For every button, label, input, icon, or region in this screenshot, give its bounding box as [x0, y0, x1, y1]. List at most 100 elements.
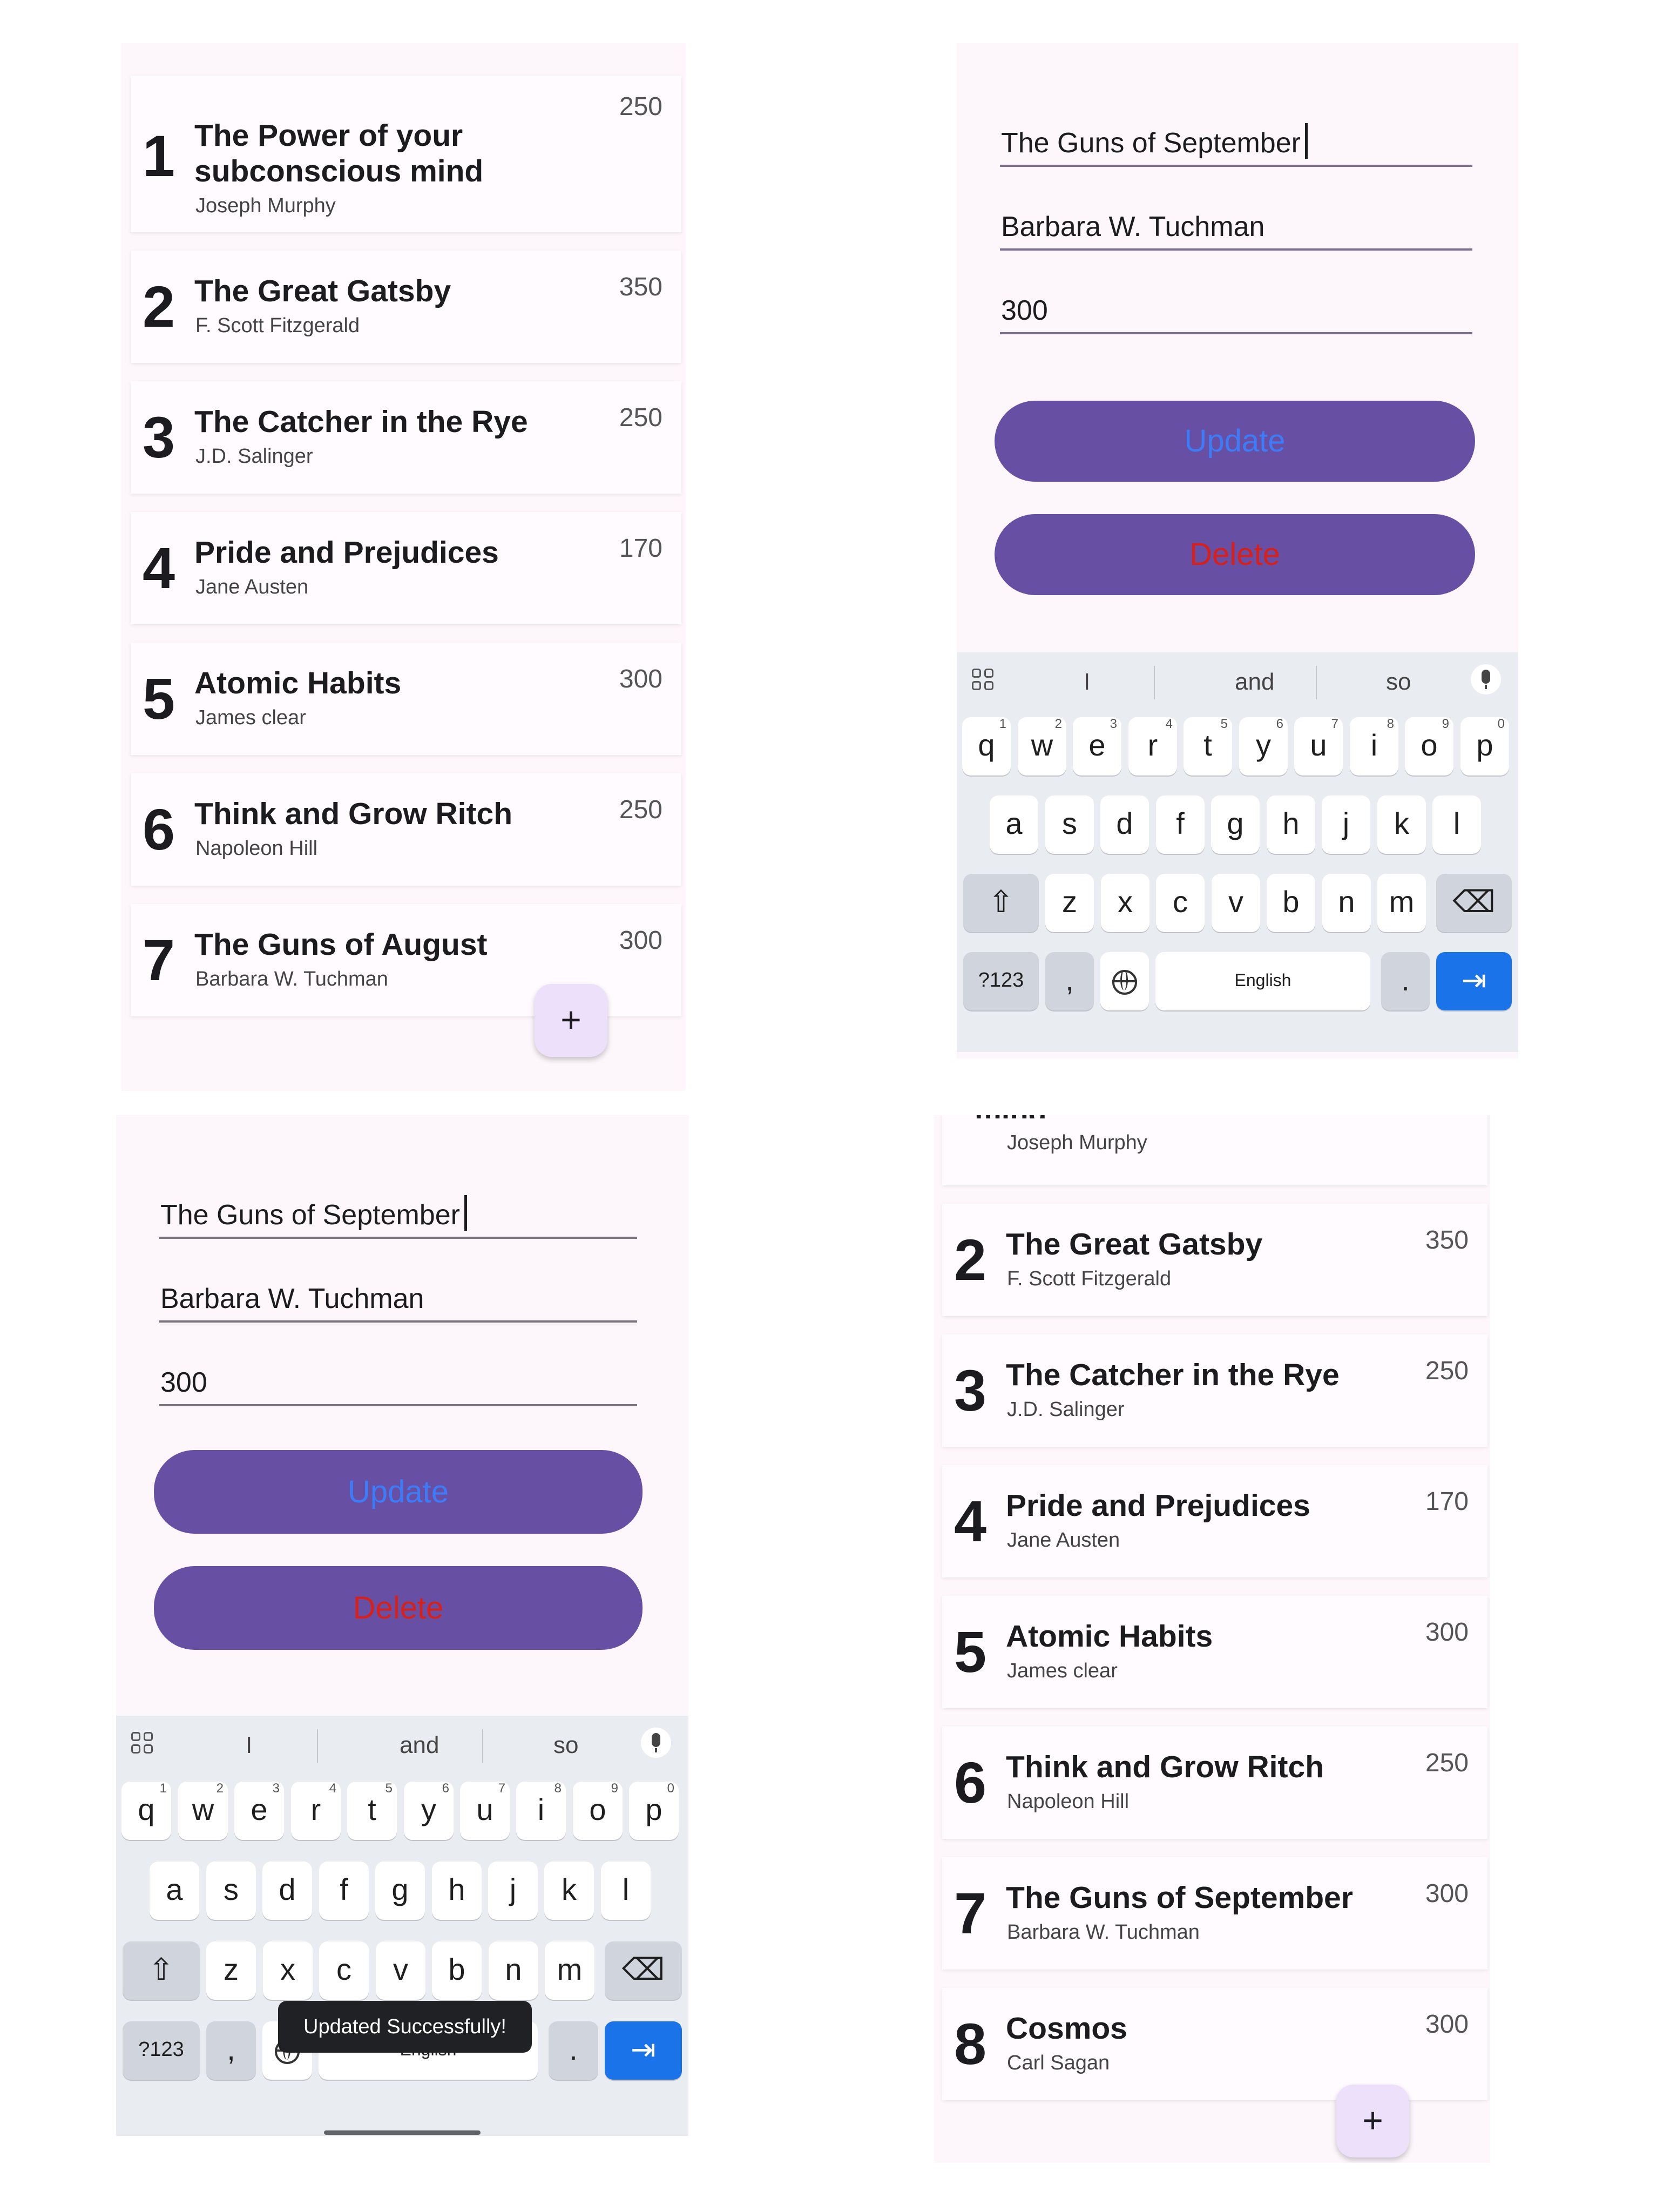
book-card[interactable]: 2 The Great Gatsby F. Scott Fitzgerald 350 [942, 1204, 1487, 1316]
key-u[interactable]: u7 [1294, 717, 1343, 775]
key-v[interactable]: v [376, 1941, 425, 2000]
key-n[interactable]: n [489, 1941, 538, 2000]
delete-button[interactable]: Delete [995, 514, 1475, 595]
author-field[interactable]: Barbara W. Tuchman [1000, 192, 1472, 251]
enter-key[interactable]: ⇥ [605, 2021, 682, 2080]
key-h[interactable]: h [432, 1862, 482, 1920]
key-t[interactable]: t5 [347, 1781, 397, 1840]
shift-key[interactable]: ⇧ [123, 1941, 200, 2000]
update-button[interactable]: Update [995, 401, 1475, 482]
key-z[interactable]: z [1045, 874, 1094, 932]
suggestion-word[interactable]: and [400, 1732, 439, 1759]
key-o[interactable]: o9 [1405, 717, 1453, 775]
key-h[interactable]: h [1267, 795, 1315, 854]
key-p[interactable]: p0 [629, 1781, 679, 1840]
language-key[interactable] [1100, 952, 1149, 1010]
key-i[interactable]: i8 [516, 1781, 566, 1840]
key-k[interactable]: k [1377, 795, 1426, 854]
key-m[interactable]: m [1377, 874, 1426, 932]
delete-button[interactable]: Delete [154, 1566, 643, 1650]
microphone-icon[interactable] [1471, 664, 1501, 694]
book-card[interactable]: 6 Think and Grow Ritch Napoleon Hill 250 [131, 773, 681, 886]
microphone-icon[interactable] [641, 1728, 671, 1758]
title-field[interactable]: The Guns of September [1000, 108, 1472, 167]
period-key[interactable]: . [1381, 952, 1430, 1010]
book-card[interactable]: 8 Cosmos Carl Sagan 300 [942, 1988, 1487, 2100]
key-g[interactable]: g [1211, 795, 1260, 854]
key-f[interactable]: f [1156, 795, 1205, 854]
book-card[interactable]: mind Joseph Murphy [942, 1115, 1487, 1185]
key-j[interactable]: j [1322, 795, 1370, 854]
key-r[interactable]: r4 [291, 1781, 341, 1840]
key-d[interactable]: d [262, 1862, 312, 1920]
book-card[interactable]: 5 Atomic Habits James clear 300 [942, 1596, 1487, 1708]
key-q[interactable]: q1 [962, 717, 1011, 775]
author-field[interactable]: Barbara W. Tuchman [159, 1264, 637, 1323]
key-y[interactable]: y6 [1239, 717, 1288, 775]
book-card[interactable]: 5 Atomic Habits James clear 300 [131, 643, 681, 755]
key-x[interactable]: x [1101, 874, 1149, 932]
key-x[interactable]: x [263, 1941, 313, 2000]
book-card[interactable]: 4 Pride and Prejudices Jane Austen 170 [131, 512, 681, 624]
key-t[interactable]: t5 [1184, 717, 1232, 775]
key-w[interactable]: w2 [1018, 717, 1066, 775]
key-s[interactable]: s [1045, 795, 1094, 854]
key-i[interactable]: i8 [1350, 717, 1398, 775]
key-a[interactable]: a [150, 1862, 199, 1920]
book-card[interactable]: 7 The Guns of September Barbara W. Tuchman… [942, 1857, 1487, 1970]
suggestion-word[interactable]: and [1235, 669, 1274, 696]
book-card[interactable]: 3 The Catcher in the Rye J.D. Salinger 250 [942, 1334, 1487, 1447]
backspace-key[interactable]: ⌫ [605, 1941, 682, 2000]
title-field[interactable]: The Guns of September [159, 1180, 637, 1239]
key-s[interactable]: s [206, 1862, 256, 1920]
key-p[interactable]: p0 [1460, 717, 1509, 775]
add-book-fab[interactable]: + [1336, 2085, 1409, 2157]
book-card[interactable]: 1 The Power of your subconscious mind Jose… [131, 76, 681, 232]
key-d[interactable]: d [1100, 795, 1149, 854]
apps-grid-icon[interactable] [972, 669, 993, 690]
key-o[interactable]: o9 [573, 1781, 623, 1840]
book-card[interactable]: 6 Think and Grow Ritch Napoleon Hill 250 [942, 1727, 1487, 1839]
key-e[interactable]: e3 [1073, 717, 1121, 775]
key-z[interactable]: z [206, 1941, 256, 2000]
key-y[interactable]: y6 [404, 1781, 454, 1840]
space-key[interactable]: English [1155, 952, 1370, 1010]
update-button[interactable]: Update [154, 1450, 643, 1534]
key-f[interactable]: f [319, 1862, 369, 1920]
key-w[interactable]: w2 [178, 1781, 228, 1840]
key-c[interactable]: c [1156, 874, 1205, 932]
key-l[interactable]: l [1432, 795, 1481, 854]
gesture-nav-bar[interactable] [324, 2130, 481, 2135]
key-c[interactable]: c [319, 1941, 369, 2000]
add-book-fab[interactable]: + [535, 984, 607, 1057]
book-card[interactable]: 4 Pride and Prejudices Jane Austen 170 [942, 1465, 1487, 1577]
emoji-comma-key[interactable]: , [1045, 952, 1094, 1010]
key-j[interactable]: j [488, 1862, 538, 1920]
price-field[interactable]: 300 [159, 1347, 637, 1406]
key-m[interactable]: m [545, 1941, 594, 2000]
key-a[interactable]: a [990, 795, 1038, 854]
emoji-comma-key[interactable]: , [206, 2021, 256, 2080]
key-v[interactable]: v [1212, 874, 1260, 932]
apps-grid-icon[interactable] [131, 1732, 153, 1754]
key-e[interactable]: e3 [234, 1781, 284, 1840]
price-field[interactable]: 300 [1000, 275, 1472, 334]
suggestion-word[interactable]: I [1084, 669, 1090, 696]
symbols-key[interactable]: ?123 [963, 952, 1039, 1010]
book-card[interactable]: 3 The Catcher in the Rye J.D. Salinger 250 [131, 381, 681, 494]
key-b[interactable]: b [1267, 874, 1315, 932]
key-n[interactable]: n [1322, 874, 1371, 932]
backspace-key[interactable]: ⌫ [1436, 874, 1512, 932]
key-b[interactable]: b [432, 1941, 482, 2000]
suggestion-word[interactable]: I [246, 1732, 252, 1759]
key-k[interactable]: k [544, 1862, 594, 1920]
key-r[interactable]: r4 [1128, 717, 1177, 775]
symbols-key[interactable]: ?123 [123, 2021, 200, 2080]
key-l[interactable]: l [601, 1862, 651, 1920]
enter-key[interactable]: ⇥ [1436, 952, 1512, 1010]
period-key[interactable]: . [549, 2021, 598, 2080]
suggestion-word[interactable]: so [553, 1732, 578, 1759]
key-q[interactable]: q1 [121, 1781, 171, 1840]
shift-key[interactable]: ⇧ [963, 874, 1039, 932]
book-card[interactable]: 2 The Great Gatsby F. Scott Fitzgerald 350 [131, 251, 681, 363]
